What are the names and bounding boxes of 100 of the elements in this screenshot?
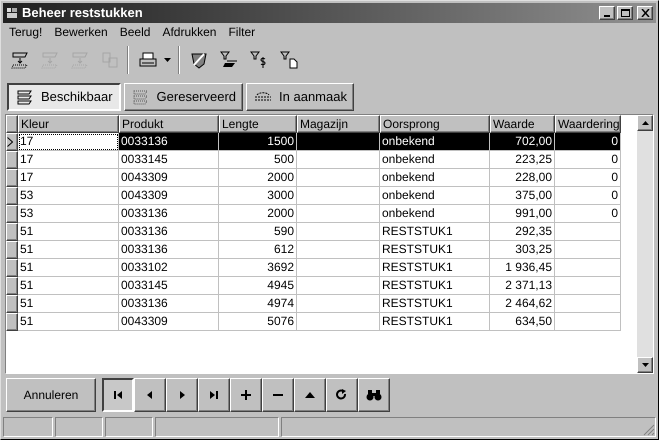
table-cell: 0	[555, 169, 621, 187]
layer-icon	[40, 50, 60, 70]
table-cell: 2 371,13	[490, 277, 555, 295]
app-icon	[6, 7, 18, 19]
table-cell	[555, 313, 621, 331]
table-cell: 1 936,45	[490, 259, 555, 277]
table-cell: 51	[18, 295, 119, 313]
table-cell: 53	[18, 187, 119, 205]
table-cell: 0	[555, 205, 621, 223]
current-row-icon	[7, 137, 13, 147]
plus-icon	[240, 389, 252, 401]
last-record-icon	[208, 389, 220, 401]
column-header[interactable]: Waardering	[555, 115, 621, 133]
table-cell: 0043309	[119, 169, 219, 187]
table-cell: 0033102	[119, 259, 219, 277]
close-button[interactable]	[637, 6, 653, 20]
stack-icon	[15, 89, 35, 105]
table-row[interactable]: 17 0033136 1500 onbekend 702,00 0	[6, 133, 621, 151]
dropdown-caret-icon[interactable]	[164, 58, 171, 62]
table-cell	[555, 223, 621, 241]
layer-icon	[10, 50, 30, 70]
table-cell: 0033145	[119, 151, 219, 169]
navigator-button[interactable]	[102, 378, 134, 412]
menu-item[interactable]: Filter	[222, 23, 262, 41]
table-cell: 702,00	[490, 133, 555, 151]
table-cell: 17	[18, 133, 119, 151]
maximize-icon	[620, 9, 630, 17]
table-row[interactable]: 51 0033136 612 RESTSTUK1 303,25	[6, 241, 621, 259]
table-cell: 4974	[219, 295, 297, 313]
menu-item[interactable]: Bewerken	[48, 23, 114, 41]
table-cell: onbekend	[380, 205, 490, 223]
table-cell: 51	[18, 313, 119, 331]
close-icon	[640, 9, 650, 17]
menu-item[interactable]: Beeld	[114, 23, 156, 41]
table-cell: 0033145	[119, 277, 219, 295]
table-cell: 0	[555, 187, 621, 205]
window-title: Beheer reststukken	[22, 4, 143, 22]
table-cell: 612	[219, 241, 297, 259]
table-cell: 0033136	[119, 223, 219, 241]
table-cell: 292,35	[490, 223, 555, 241]
table-cell: 500	[219, 151, 297, 169]
view-toggle-button[interactable]: In aanmaak	[246, 83, 354, 111]
table-cell: RESTSTUK1	[380, 241, 490, 259]
table-cell: 0043309	[119, 187, 219, 205]
table-cell: 634,50	[490, 313, 555, 331]
table-cell: RESTSTUK1	[380, 313, 490, 331]
table-cell	[555, 259, 621, 277]
table-row[interactable]: 17 0033145 500 onbekend 223,25 0	[6, 151, 621, 169]
table-cell	[555, 277, 621, 295]
view-toggle-button[interactable]: Gereserveerd	[124, 83, 244, 111]
layer-icon	[70, 50, 90, 70]
table-cell: 303,25	[490, 241, 555, 259]
table-cell: onbekend	[380, 133, 490, 151]
table-cell: 2000	[219, 205, 297, 223]
menu-item[interactable]: Terug!	[3, 23, 48, 41]
column-header[interactable]: Kleur	[18, 115, 119, 133]
vertical-scrollbar[interactable]	[637, 115, 653, 373]
table-cell: onbekend	[380, 151, 490, 169]
maximize-button[interactable]	[617, 6, 633, 20]
view-toggle-button[interactable]: Beschikbaar	[7, 83, 121, 111]
table-cell: onbekend	[380, 187, 490, 205]
table-cell: 991,00	[490, 205, 555, 223]
table-cell: RESTSTUK1	[380, 223, 490, 241]
table-cell: onbekend	[380, 169, 490, 187]
table-cell: 4945	[219, 277, 297, 295]
table-cell: 223,25	[490, 151, 555, 169]
table-row[interactable]: 51 0033136 4974 RESTSTUK1 2 464,62	[6, 295, 621, 313]
table-cell: 0033136	[119, 205, 219, 223]
table-cell: 51	[18, 241, 119, 259]
table-cell: 17	[18, 169, 119, 187]
table-cell: RESTSTUK1	[380, 295, 490, 313]
binoculars-icon	[366, 389, 382, 401]
column-header[interactable]: Magazijn	[297, 115, 380, 133]
table-row[interactable]: 51 0033145 4945 RESTSTUK1 2 371,13	[6, 277, 621, 295]
column-header[interactable]: Oorsprong	[380, 115, 490, 133]
menu-item[interactable]: Afdrukken	[156, 23, 222, 41]
table-cell	[555, 241, 621, 259]
cancel-button[interactable]: Annuleren	[6, 378, 96, 412]
table-row[interactable]: 53 0033136 2000 onbekend 991,00 0	[6, 205, 621, 223]
table-row[interactable]: 17 0043309 2000 onbekend 228,00 0	[6, 169, 621, 187]
table-row[interactable]: 51 0033136 590 RESTSTUK1 292,35	[6, 223, 621, 241]
table-cell: 0033136	[119, 295, 219, 313]
first-record-icon	[112, 389, 124, 401]
status-panel	[105, 417, 153, 437]
table-cell: 0033136	[119, 133, 219, 151]
table-cell: 2 464,62	[490, 295, 555, 313]
table-cell: 51	[18, 277, 119, 295]
table-cell: 3692	[219, 259, 297, 277]
table-row[interactable]: 51 0033102 3692 RESTSTUK1 1 936,45	[6, 259, 621, 277]
copy-icon	[100, 50, 120, 70]
column-header[interactable]: Produkt	[119, 115, 219, 133]
minimize-button[interactable]	[599, 6, 615, 20]
table-row[interactable]: 51 0043309 5076 RESTSTUK1 634,50	[6, 313, 621, 331]
scroll-down-icon	[642, 363, 648, 367]
table-cell: 51	[18, 223, 119, 241]
column-header[interactable]: Waarde	[490, 115, 555, 133]
table-row[interactable]: 53 0043309 3000 onbekend 375,00 0	[6, 187, 621, 205]
column-header[interactable]: Lengte	[219, 115, 297, 133]
filter-page-icon	[279, 50, 299, 70]
refresh-icon	[336, 389, 348, 401]
